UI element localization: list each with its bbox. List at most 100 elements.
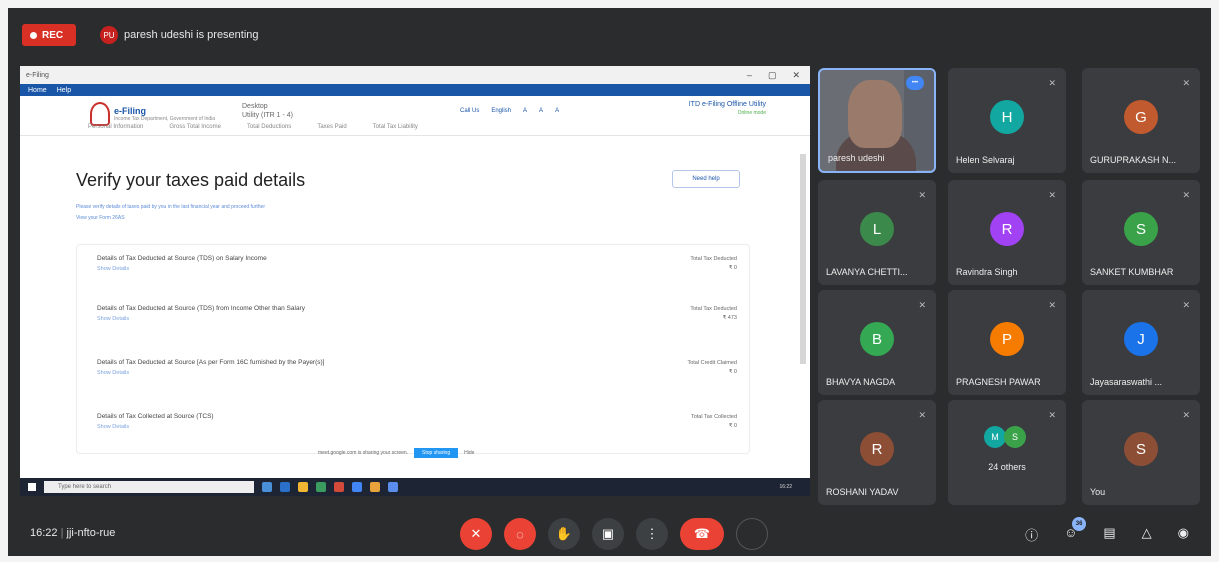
participant-tile[interactable]: ✕ H Helen Selvaraj bbox=[948, 68, 1066, 173]
show-details-link[interactable]: Show Details bbox=[97, 424, 737, 430]
mic-toggle-button[interactable]: ✕ bbox=[460, 518, 492, 550]
minimize-button[interactable]: – bbox=[747, 70, 752, 81]
form-26as-link[interactable]: View your Form 26AS bbox=[76, 213, 265, 224]
hide-button[interactable]: Hide bbox=[464, 450, 474, 456]
taxes-card: Details of Tax Deducted at Source (TDS) … bbox=[76, 244, 750, 454]
row-label: Details of Tax Deducted at Source (TDS) … bbox=[97, 305, 305, 312]
participant-tile[interactable]: ✕ G GURUPRAKASH N... bbox=[1082, 68, 1200, 173]
participant-tile[interactable]: ✕ R Ravindra Singh bbox=[948, 180, 1066, 285]
tile-avatar: R bbox=[990, 212, 1024, 246]
maximize-button[interactable]: ▢ bbox=[768, 70, 777, 81]
row-label: Details of Tax Deducted at Source (TDS) … bbox=[97, 255, 267, 262]
tile-avatar: S bbox=[1124, 212, 1158, 246]
more-options-button[interactable]: ⋮ bbox=[636, 518, 668, 550]
mic-off-icon: ✕ bbox=[918, 410, 926, 420]
presenter-avatar: PU bbox=[100, 26, 118, 44]
itr-tabs: Personal Information Gross Total Income … bbox=[88, 124, 418, 130]
show-details-link[interactable]: Show Details bbox=[97, 370, 737, 376]
row-total-value: ₹ 0 bbox=[728, 265, 737, 271]
tab-tax-liability[interactable]: Total Tax Liability bbox=[373, 124, 418, 130]
call-us-link[interactable]: Call Us bbox=[460, 108, 479, 114]
participant-tile[interactable]: ✕ B BHAVYA NAGDA bbox=[818, 290, 936, 395]
logo-sub: Income Tax Department, Government of Ind… bbox=[114, 116, 216, 122]
other-avatar: S bbox=[1004, 426, 1026, 448]
meeting-code: jji-nfto-rue bbox=[66, 527, 116, 539]
tile-name: Ravindra Singh bbox=[956, 267, 1018, 277]
efiling-header: e-Filing Income Tax Department, Governme… bbox=[20, 96, 810, 136]
tile-avatar: B bbox=[860, 322, 894, 356]
activities-icon[interactable]: △ bbox=[1142, 525, 1152, 544]
tile-name: paresh udeshi bbox=[828, 153, 885, 163]
self-tile[interactable]: ✕ S You bbox=[1082, 400, 1200, 505]
tab-gross-income[interactable]: Gross Total Income bbox=[169, 124, 221, 130]
presenting-text: paresh udeshi is presenting bbox=[124, 29, 259, 41]
mic-off-icon: ✕ bbox=[918, 190, 926, 200]
participant-tile[interactable]: ✕ P PRAGNESH PAWAR bbox=[948, 290, 1066, 395]
tile-avatar: P bbox=[990, 322, 1024, 356]
emblem-icon bbox=[90, 102, 110, 126]
camera-toggle-button[interactable]: ◌ bbox=[504, 518, 536, 550]
language-select[interactable]: English bbox=[491, 108, 511, 114]
tab-taxes-paid[interactable]: Taxes Paid bbox=[317, 124, 346, 130]
participant-tile[interactable]: ✕ J Jayasaraswathi ... bbox=[1082, 290, 1200, 395]
logo-title: e-Filing bbox=[114, 106, 146, 116]
participant-tile[interactable]: ✕ S SANKET KUMBHAR bbox=[1082, 180, 1200, 285]
font-large[interactable]: A bbox=[555, 108, 559, 114]
app-icon[interactable] bbox=[388, 482, 398, 492]
close-button[interactable]: ✕ bbox=[792, 70, 800, 81]
call-controls: ✕ ◌ ✋ ▣ ⋮ ☎ bbox=[460, 518, 768, 550]
participant-tile[interactable]: ✕ L LAVANYA CHETTI... bbox=[818, 180, 936, 285]
meet-window: REC PU paresh udeshi is presenting e-Fil… bbox=[8, 8, 1211, 556]
host-controls-icon[interactable]: ◉ bbox=[1178, 525, 1189, 544]
record-dot-icon bbox=[30, 31, 37, 39]
itr-form-label: ITD e-Filing Offline Utility Online mode bbox=[689, 100, 766, 118]
app-icon[interactable] bbox=[280, 482, 290, 492]
app-icon[interactable] bbox=[316, 482, 326, 492]
row-total-title: Total Tax Deducted bbox=[690, 306, 737, 312]
app-icon[interactable] bbox=[262, 482, 272, 492]
participant-tile[interactable]: ✕ R ROSHANI YADAV bbox=[818, 400, 936, 505]
participant-tile-video[interactable]: ••• paresh udeshi bbox=[818, 68, 936, 173]
tcs-row: Details of Tax Collected at Source (TCS)… bbox=[97, 413, 737, 443]
leave-call-button[interactable]: ☎ bbox=[680, 518, 724, 550]
tab-deductions[interactable]: Total Deductions bbox=[247, 124, 291, 130]
desktop-line2: Utility (ITR 1 - 4) bbox=[242, 112, 293, 119]
intro-line: Please verify details of taxes paid by y… bbox=[76, 204, 265, 210]
presenting-indicator: PU paresh udeshi is presenting bbox=[100, 24, 300, 46]
page-scrollbar[interactable] bbox=[800, 154, 806, 364]
show-details-link[interactable]: Show Details bbox=[97, 266, 737, 272]
folder-icon[interactable] bbox=[298, 482, 308, 492]
others-tile[interactable]: ✕ M S 24 others bbox=[948, 400, 1066, 505]
info-icon[interactable]: ⓘ bbox=[1025, 525, 1038, 544]
row-total: Total Credit Claimed ₹ 0 bbox=[687, 359, 737, 377]
tab-personal-info[interactable]: Personal Information bbox=[88, 124, 143, 130]
tile-name: You bbox=[1090, 487, 1106, 497]
tile-name: LAVANYA CHETTI... bbox=[826, 267, 908, 277]
row-total-title: Total Tax Collected bbox=[690, 414, 737, 420]
recording-badge: REC bbox=[22, 24, 76, 46]
windows-start-icon[interactable] bbox=[28, 483, 36, 491]
need-help-button[interactable]: Need help bbox=[672, 170, 740, 188]
chrome-icon[interactable] bbox=[352, 482, 362, 492]
itr-form-mode: Online mode bbox=[737, 110, 766, 116]
others-label: 24 others bbox=[988, 462, 1026, 472]
extra-control-button[interactable] bbox=[736, 518, 768, 550]
stop-sharing-button[interactable]: Stop sharing bbox=[414, 448, 459, 458]
tile-avatar: G bbox=[1124, 100, 1158, 134]
menu-help[interactable]: Help bbox=[57, 87, 71, 94]
taskbar-search[interactable]: Type here to search bbox=[44, 481, 254, 493]
raise-hand-button[interactable]: ✋ bbox=[548, 518, 580, 550]
present-button[interactable]: ▣ bbox=[592, 518, 624, 550]
font-small[interactable]: A bbox=[523, 108, 527, 114]
chat-icon[interactable]: ▤ bbox=[1103, 525, 1115, 544]
need-help-label: Need help bbox=[692, 176, 720, 182]
app-icon[interactable] bbox=[370, 482, 380, 492]
show-details-link[interactable]: Show Details bbox=[97, 316, 737, 322]
side-tools: ⓘ ☺ 36 ▤ △ ◉ bbox=[1025, 517, 1189, 544]
people-button[interactable]: ☺ 36 bbox=[1064, 517, 1087, 544]
menu-home[interactable]: Home bbox=[28, 87, 47, 94]
font-medium[interactable]: A bbox=[539, 108, 543, 114]
mic-off-icon: ✕ bbox=[1182, 78, 1190, 88]
camera-off-icon: ◌ bbox=[516, 526, 524, 542]
app-icon[interactable] bbox=[334, 482, 344, 492]
